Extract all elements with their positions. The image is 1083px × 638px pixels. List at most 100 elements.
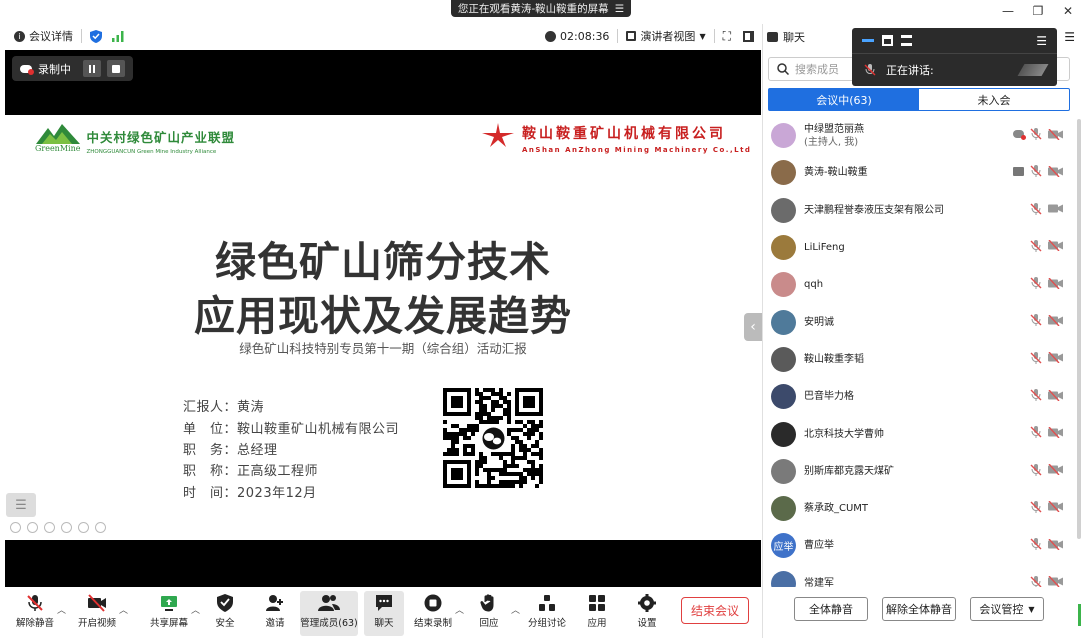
meeting-control-dropdown[interactable]: 会议管控 ▼ xyxy=(970,597,1044,621)
camera-off-icon xyxy=(1048,240,1063,252)
collapse-panel-button[interactable]: ‹ xyxy=(744,313,762,341)
breakout-rooms-button[interactable]: 分组讨论 xyxy=(522,591,572,636)
reaction-button[interactable]: 回应 ︿ xyxy=(464,591,520,636)
tab-in-meeting[interactable]: 会议中(63) xyxy=(769,89,919,110)
mic-muted-icon xyxy=(1030,314,1042,327)
widget-menu-icon[interactable]: ☰ xyxy=(1036,34,1047,48)
next-slide-icon[interactable] xyxy=(27,522,38,533)
member-name-block: 天津鹏程誉泰液压支架有限公司 xyxy=(804,204,944,217)
mic-muted-icon xyxy=(1030,463,1042,476)
grid-icon[interactable] xyxy=(61,522,72,533)
member-status-icons xyxy=(1030,463,1063,476)
stop-recording-button[interactable] xyxy=(107,60,125,77)
member-row[interactable]: 鞍山鞍重李韬 xyxy=(763,341,1073,378)
end-recording-button[interactable]: 结束录制 ︿ xyxy=(408,591,464,636)
member-row[interactable]: 北京科技大学曹帅 xyxy=(763,415,1073,452)
member-row[interactable]: 巴音毕力格 xyxy=(763,378,1073,415)
share-screen-label: 共享屏幕 xyxy=(149,618,188,629)
chevron-up-icon[interactable]: ︿ xyxy=(455,603,464,616)
pen-icon[interactable] xyxy=(44,522,55,533)
invite-icon xyxy=(266,595,283,611)
share-screen-button[interactable]: 共享屏幕 ︿ xyxy=(144,591,200,636)
zoom-icon[interactable] xyxy=(78,522,89,533)
member-name: 北京科技大学曹帅 xyxy=(804,428,884,440)
invite-button[interactable]: 邀请 xyxy=(250,591,300,636)
avatar xyxy=(771,272,796,298)
apps-button[interactable]: 应用 xyxy=(572,591,622,636)
camera-off-icon xyxy=(1048,277,1063,289)
signal-icon[interactable] xyxy=(112,30,124,42)
avatar xyxy=(771,309,796,335)
chevron-up-icon[interactable]: ︿ xyxy=(191,603,200,616)
member-row[interactable]: 中绿盟范丽燕 (主持人, 我) xyxy=(763,117,1073,154)
slide-menu-button[interactable]: ☰ xyxy=(6,493,36,517)
status-indicator xyxy=(1078,604,1081,626)
security-button[interactable]: 安全 xyxy=(200,591,250,636)
settings-label: 设置 xyxy=(637,618,657,629)
member-row[interactable]: 别斯库都克露天煤矿 xyxy=(763,453,1073,490)
camera-off-icon xyxy=(1048,501,1063,513)
chevron-left-icon: ‹ xyxy=(750,319,756,335)
member-row[interactable]: 蔡承政_CUMT xyxy=(763,490,1073,527)
chat-button[interactable]: 聊天 xyxy=(364,591,404,636)
slide-title-line1: 绿色矿山筛分技术 xyxy=(215,238,551,286)
member-row[interactable]: 黄涛-鞍山鞍重 xyxy=(763,154,1073,191)
speaking-label: 正在讲话: xyxy=(886,64,934,77)
manage-members-button[interactable]: 管理成员(63) xyxy=(300,591,358,636)
chevron-up-icon[interactable]: ︿ xyxy=(57,603,66,616)
member-name: 黄涛-鞍山鞍重 xyxy=(804,167,868,179)
settings-button[interactable]: 设置 xyxy=(622,591,672,636)
member-row[interactable]: LiLiFeng xyxy=(763,229,1073,266)
search-icon xyxy=(777,63,789,75)
menu-icon[interactable]: ☰ xyxy=(615,3,624,15)
share-screen-icon xyxy=(161,596,177,611)
minimize-widget-icon[interactable] xyxy=(862,39,874,42)
list-icon: ☰ xyxy=(15,497,27,513)
avatar xyxy=(771,421,796,447)
members-icon xyxy=(318,595,340,611)
shield-icon[interactable] xyxy=(90,29,102,43)
close-button[interactable]: ✕ xyxy=(1053,0,1083,22)
mute-all-button[interactable]: 全体静音 xyxy=(794,597,868,621)
chat-tab-label[interactable]: 聊天 xyxy=(783,29,805,45)
greenmine-brand: GreenMine xyxy=(35,144,81,153)
recording-label: 录制中 xyxy=(38,62,71,76)
unmute-button[interactable]: 解除静音 ︿ xyxy=(10,591,66,636)
camera-off-icon xyxy=(1048,389,1063,401)
more-icon[interactable] xyxy=(95,522,106,533)
member-name: 常建军 xyxy=(804,577,834,587)
end-meeting-button[interactable]: 结束会议 xyxy=(681,597,749,624)
view-mode-dropdown[interactable]: 演讲者视图 ▼ xyxy=(626,28,706,44)
member-row[interactable]: 天津鹏程誉泰液压支架有限公司 xyxy=(763,192,1073,229)
prev-slide-icon[interactable] xyxy=(10,522,21,533)
invite-label: 邀请 xyxy=(265,618,285,629)
screen-share-banner[interactable]: 您正在观看黄涛-鞍山鞍重的屏幕 ☰ xyxy=(451,0,631,17)
panel-menu-icon[interactable]: ☰ xyxy=(1064,30,1075,44)
slide-info-row: 单 位：鞍山鞍重矿山机械有限公司 xyxy=(183,422,400,437)
chevron-up-icon[interactable]: ︿ xyxy=(119,603,128,616)
greenmine-en-name: ZHONGGUANCUN Green Mine Industry Allianc… xyxy=(86,149,217,155)
member-row[interactable]: 安明诚 xyxy=(763,303,1073,340)
minimize-button[interactable]: — xyxy=(993,0,1023,22)
meeting-details-button[interactable]: i 会议详情 xyxy=(14,28,73,44)
fullscreen-icon[interactable]: ⛶ xyxy=(723,29,731,44)
member-row[interactable]: qqh xyxy=(763,266,1073,303)
member-name-block: 巴音毕力格 xyxy=(804,390,854,403)
tab-not-joined[interactable]: 未入会 xyxy=(919,89,1069,110)
member-row[interactable]: 应举 曹应举 xyxy=(763,527,1073,564)
unmute-all-button[interactable]: 解除全体静音 xyxy=(882,597,956,621)
member-list-scrollbar[interactable] xyxy=(1077,119,1081,539)
start-video-button[interactable]: 开启视频 ︿ xyxy=(72,591,128,636)
sidebar-toggle-icon[interactable] xyxy=(743,30,754,42)
start-video-label: 开启视频 xyxy=(77,618,116,629)
member-name-block: 曹应举 xyxy=(804,539,834,552)
list-view-icon[interactable] xyxy=(901,35,912,46)
pause-recording-button[interactable] xyxy=(83,60,101,77)
member-row[interactable]: 常建军 xyxy=(763,565,1073,587)
avatar xyxy=(771,123,796,149)
restore-button[interactable]: ❐ xyxy=(1023,0,1053,22)
window-widget-icon[interactable] xyxy=(882,35,893,46)
chevron-up-icon[interactable]: ︿ xyxy=(511,603,520,616)
breakout-rooms-label: 分组讨论 xyxy=(527,618,566,629)
recording-status-icon xyxy=(1013,130,1026,140)
